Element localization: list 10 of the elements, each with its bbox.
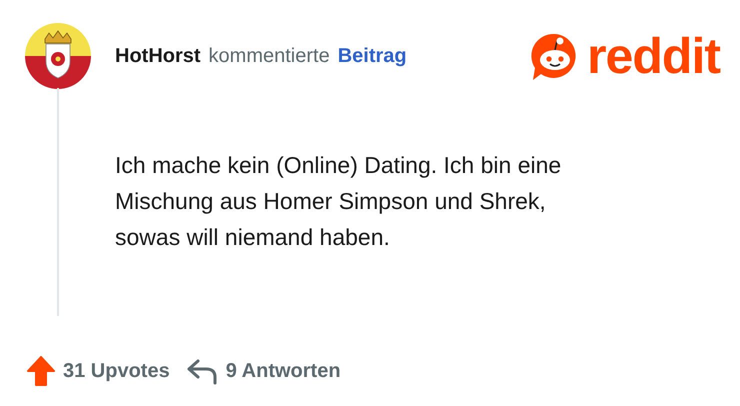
action-text: kommentierte	[208, 44, 330, 69]
post-link[interactable]: Beitrag	[338, 41, 407, 71]
upvote-icon[interactable]	[27, 356, 55, 386]
upvote-count: 31 Upvotes	[63, 359, 170, 384]
reply-icon[interactable]	[186, 357, 218, 385]
avatar-icon	[25, 23, 91, 89]
username[interactable]: HotHorst	[115, 41, 201, 71]
reply-count[interactable]: 9 Antworten	[226, 356, 341, 386]
comment-text: Ich mache kein (Online) Dating. Ich bin eine Mischung aus Homer Simpson und Shrek, sowas will niemand haben.	[115, 151, 562, 252]
logo-text: reddit	[587, 31, 720, 81]
